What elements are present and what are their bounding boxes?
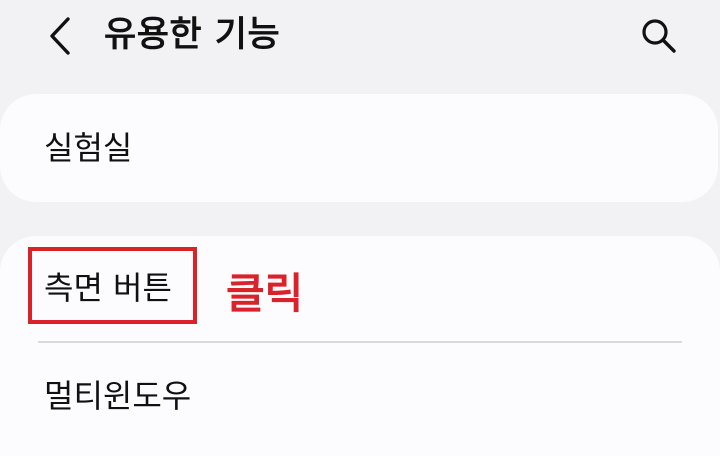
page-title: 유용한 기능 xyxy=(104,15,281,55)
chevron-left-icon xyxy=(50,17,70,55)
app-header: 유용한 기능 xyxy=(0,0,720,80)
back-button[interactable] xyxy=(38,12,82,60)
click-annotation: 클릭 xyxy=(226,269,304,318)
divider xyxy=(38,341,682,343)
search-button[interactable] xyxy=(636,14,682,58)
search-icon xyxy=(642,19,676,53)
highlight-box xyxy=(28,247,197,324)
menu-item-multi-window[interactable]: 멀티윈도우 xyxy=(44,374,191,418)
menu-item-lab[interactable]: 실험실 xyxy=(44,126,132,170)
